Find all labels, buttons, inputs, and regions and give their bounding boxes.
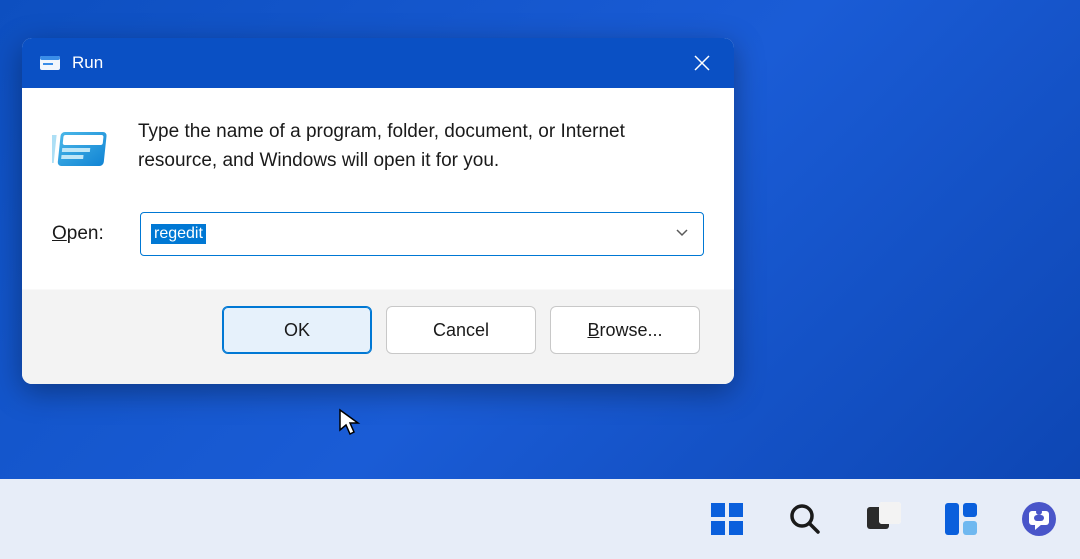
chat-button[interactable] bbox=[1018, 498, 1060, 540]
open-combobox[interactable]: regedit bbox=[140, 212, 704, 256]
open-input-value[interactable]: regedit bbox=[151, 224, 206, 244]
dialog-body: Type the name of a program, folder, docu… bbox=[22, 88, 734, 384]
task-view-button[interactable] bbox=[862, 498, 904, 540]
widgets-icon bbox=[943, 501, 979, 537]
chevron-down-icon[interactable] bbox=[675, 225, 689, 243]
close-button[interactable] bbox=[688, 49, 716, 77]
search-button[interactable] bbox=[784, 498, 826, 540]
taskbar bbox=[0, 479, 1080, 559]
info-row: Type the name of a program, folder, docu… bbox=[52, 118, 704, 180]
run-icon bbox=[40, 55, 60, 71]
windows-logo-icon bbox=[709, 501, 745, 537]
browse-button[interactable]: Browse... bbox=[550, 306, 700, 354]
input-row: Open: regedit bbox=[52, 212, 704, 256]
start-button[interactable] bbox=[706, 498, 748, 540]
widgets-button[interactable] bbox=[940, 498, 982, 540]
dialog-title: Run bbox=[72, 53, 688, 73]
ok-button[interactable]: OK bbox=[222, 306, 372, 354]
search-icon bbox=[788, 502, 822, 536]
open-label: Open: bbox=[52, 223, 122, 245]
close-icon bbox=[694, 55, 710, 71]
titlebar: Run bbox=[22, 38, 734, 88]
button-row: OK Cancel Browse... bbox=[52, 306, 704, 354]
chat-icon bbox=[1020, 500, 1058, 538]
run-large-icon bbox=[52, 122, 110, 180]
dialog-description: Type the name of a program, folder, docu… bbox=[138, 118, 704, 175]
run-dialog: Run bbox=[22, 38, 734, 384]
cursor-icon bbox=[338, 408, 362, 443]
cancel-button[interactable]: Cancel bbox=[386, 306, 536, 354]
task-view-icon bbox=[865, 502, 901, 536]
